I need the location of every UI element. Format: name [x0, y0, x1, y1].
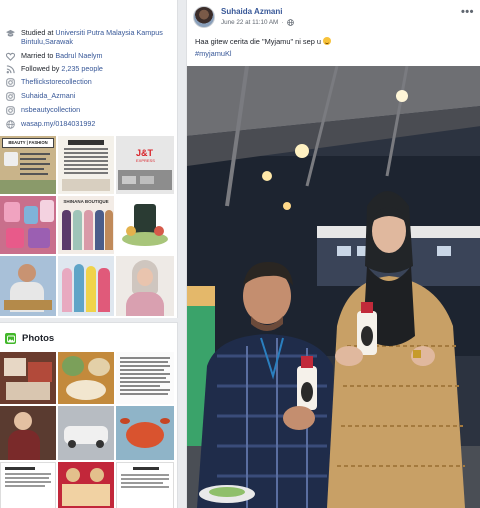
post-hashtag[interactable]: #myjamuKl: [195, 49, 232, 58]
boutique-label: SHINANA BOUTIQUE: [63, 199, 109, 204]
featured-photo-boutique[interactable]: SHINANA BOUTIQUE: [58, 196, 114, 254]
intro-item-instagram-1: Theflickstorecollection: [0, 77, 178, 87]
public-globe-icon[interactable]: [287, 19, 295, 26]
intro-prefix: Married to: [21, 51, 56, 60]
jt-sub: EXPRESS: [136, 158, 155, 163]
post-photo-scene: [187, 66, 480, 508]
photos-title: Photos: [22, 333, 55, 344]
beauty-fashion-label: BEAUTY | FASHION: [2, 138, 54, 148]
post-body: Haa gitew cerita die "Myjamu" ni sep u: [195, 37, 322, 46]
instagram-link[interactable]: nsbeautycollection: [21, 105, 80, 114]
instagram-icon: [6, 106, 15, 115]
left-column: Studied at Universiti Putra Malaysia Kam…: [0, 0, 180, 508]
intro-item-relationship: Married to Badrul Naelym: [0, 51, 178, 61]
post-text: Haa gitew cerita die "Myjamu" ni sep u: [195, 37, 332, 46]
instagram-icon: [6, 92, 15, 101]
website-link[interactable]: wasap.my/0184031992: [21, 119, 95, 128]
intro-item-followers: Followed by 2,235 people: [0, 64, 178, 74]
more-options-icon[interactable]: •••: [461, 6, 474, 18]
instagram-link[interactable]: Suhaida_Azmani: [21, 91, 75, 100]
featured-photo-products[interactable]: [0, 196, 56, 254]
author-avatar[interactable]: [193, 6, 215, 28]
heart-icon: [6, 52, 15, 61]
intro-item-instagram-3: nsbeautycollection: [0, 105, 178, 115]
spouse-link[interactable]: Badrul Naelym: [55, 51, 102, 60]
photo-thumb-6-crab[interactable]: [116, 406, 174, 460]
post-card: Suhaida Azmani June 22 at 11:10 AM · •••…: [186, 0, 480, 508]
globe-icon: [6, 120, 15, 129]
photos-header[interactable]: Photos: [5, 333, 54, 344]
intro-prefix: Followed by: [21, 64, 62, 73]
instagram-icon: [6, 78, 15, 87]
photo-thumb-4[interactable]: [0, 406, 56, 460]
smile-emoji-icon: [323, 37, 332, 45]
photo-thumb-9-doc[interactable]: [116, 462, 174, 508]
photo-thumb-3-text[interactable]: [116, 352, 174, 404]
rss-icon: [6, 65, 15, 74]
featured-photo-portrait[interactable]: [116, 256, 174, 316]
photo-thumb-5-car[interactable]: [58, 406, 114, 460]
followers-link[interactable]: 2,235 people: [61, 64, 103, 73]
jt-logo: J&T: [136, 148, 154, 158]
photo-thumb-2[interactable]: [58, 352, 114, 404]
post-photo[interactable]: [187, 66, 480, 508]
featured-photo-hijab-models[interactable]: [58, 256, 114, 316]
intro-card: Studied at Universiti Putra Malaysia Kam…: [0, 0, 178, 318]
featured-photo-man-bottles[interactable]: [0, 256, 56, 316]
photo-thumb-7-doc[interactable]: [0, 462, 56, 508]
post-author[interactable]: Suhaida Azmani: [221, 7, 283, 16]
post-meta: June 22 at 11:10 AM ·: [221, 19, 295, 26]
intro-item-website: wasap.my/0184031992: [0, 119, 178, 129]
photo-thumb-8[interactable]: [58, 462, 114, 508]
photo-thumb-1[interactable]: [0, 352, 56, 404]
featured-photo-jt-express[interactable]: J&T EXPRESS: [116, 136, 174, 194]
photos-icon: [5, 333, 16, 344]
meta-separator: ·: [281, 19, 284, 26]
graduation-cap-icon: [6, 29, 15, 38]
intro-prefix: Studied at: [21, 28, 56, 37]
featured-photo-jar-gift[interactable]: [116, 196, 174, 254]
instagram-link[interactable]: Theflickstorecollection: [21, 77, 92, 86]
intro-item-education: Studied at Universiti Putra Malaysia Kam…: [0, 28, 178, 46]
post-timestamp[interactable]: June 22 at 11:10 AM: [221, 19, 278, 26]
featured-photo-beauty-fashion[interactable]: BEAUTY | FASHION: [0, 136, 56, 194]
photos-card: Photos: [0, 322, 178, 508]
intro-item-instagram-2: Suhaida_Azmani: [0, 91, 178, 101]
featured-photo-price-list[interactable]: [58, 136, 114, 194]
